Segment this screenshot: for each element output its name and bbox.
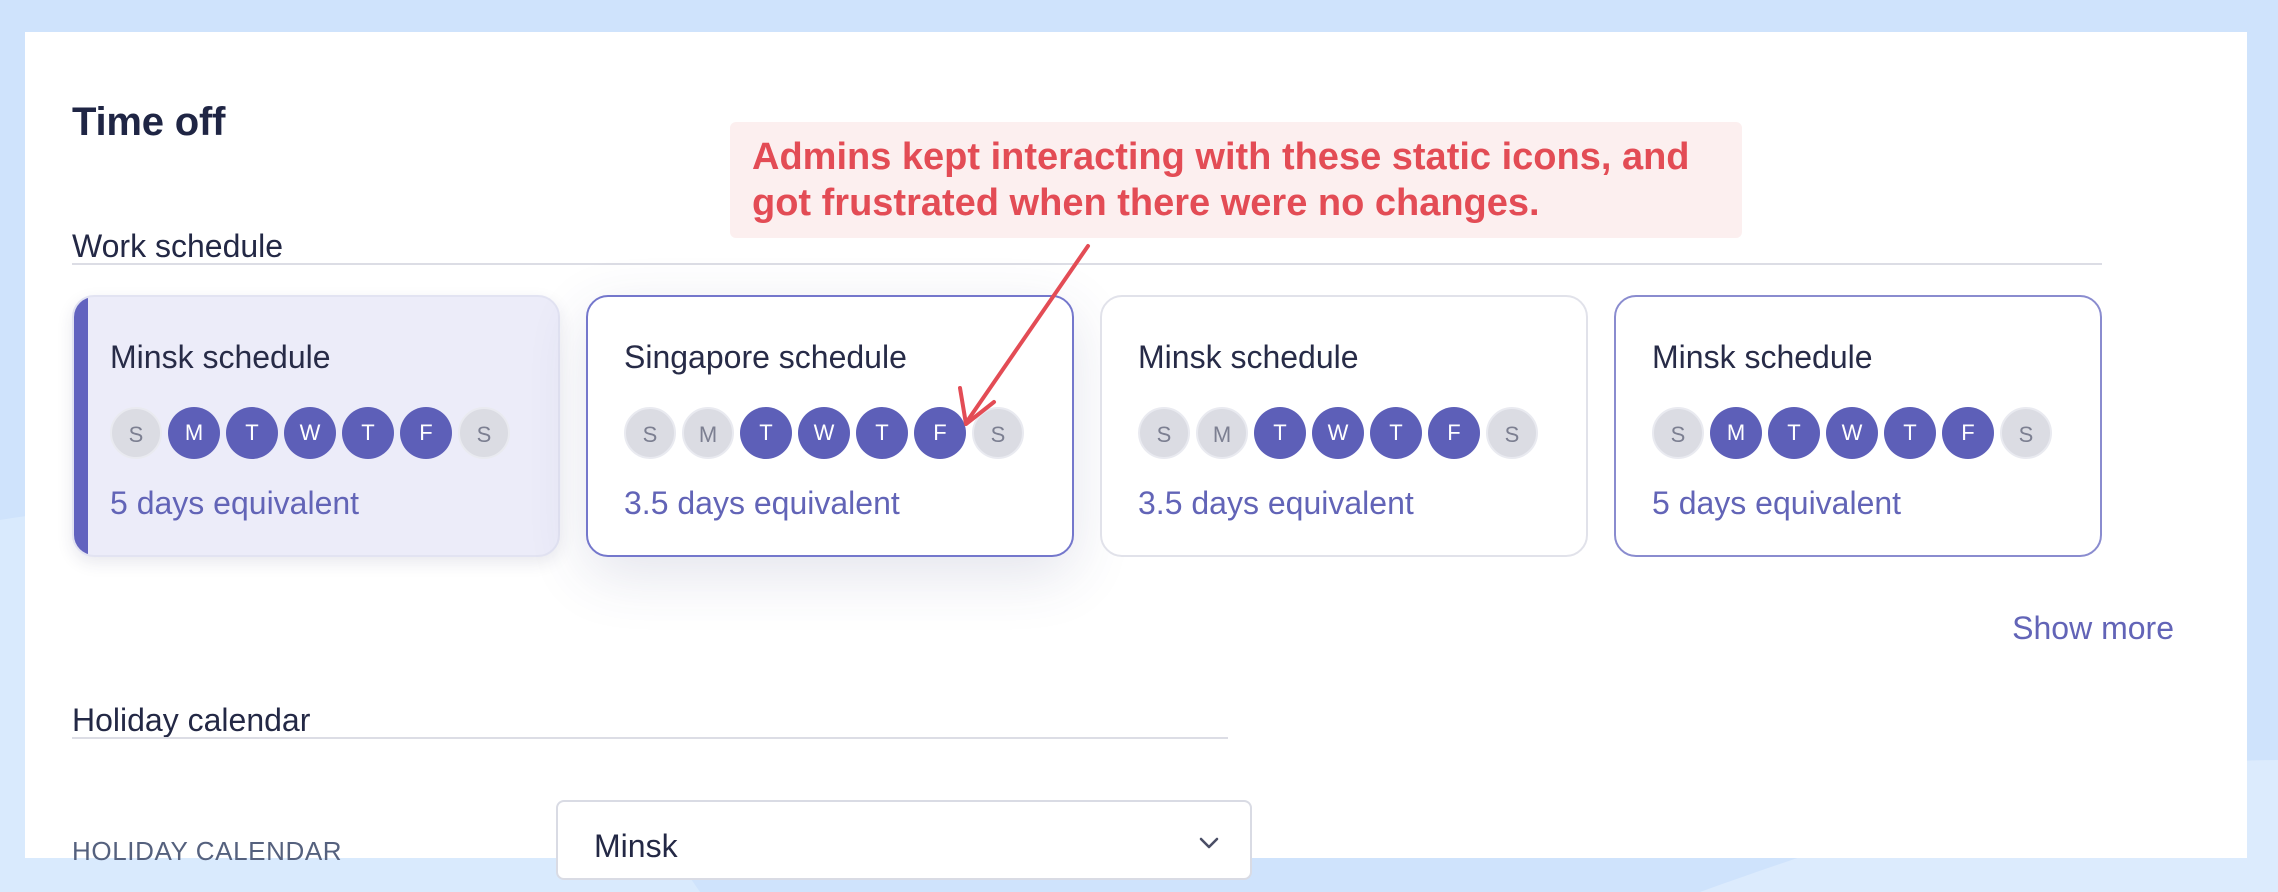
weekday-indicator: F: [1942, 407, 1994, 459]
weekday-indicator: T: [740, 407, 792, 459]
holiday-calendar-selected-value: Minsk: [594, 828, 678, 864]
weekday-indicator: F: [914, 407, 966, 459]
annotation-text: Admins kept interacting with these stati…: [752, 136, 1690, 224]
weekday-indicator: T: [856, 407, 908, 459]
weekday-indicator: S: [624, 407, 676, 459]
holiday-calendar-field-label: HOLIDAY CALENDAR: [72, 836, 343, 866]
weekday-indicator: T: [342, 407, 394, 459]
weekday-indicator: T: [1370, 407, 1422, 459]
holiday-calendar-divider: [72, 737, 1228, 739]
weekday-indicator: S: [1486, 407, 1538, 459]
work-schedule-divider: [72, 263, 2102, 265]
selected-accent-bar: [74, 297, 88, 555]
weekday-indicator: F: [1428, 407, 1480, 459]
weekday-indicator: M: [1196, 407, 1248, 459]
schedule-card-title: Minsk schedule: [1138, 339, 1359, 375]
weekday-indicator: T: [226, 407, 278, 459]
weekday-indicator: W: [284, 407, 336, 459]
page-title: Time off: [72, 100, 226, 144]
work-schedule-heading: Work schedule: [72, 228, 284, 264]
weekday-indicator: M: [168, 407, 220, 459]
weekday-indicator: T: [1254, 407, 1306, 459]
weekday-indicator: T: [1768, 407, 1820, 459]
weekday-indicator: S: [972, 407, 1024, 459]
weekday-indicator: W: [1826, 407, 1878, 459]
days-equivalent-label: 3.5 days equivalent: [624, 485, 900, 521]
days-equivalent-label: 5 days equivalent: [110, 485, 360, 521]
weekday-indicator: W: [798, 407, 850, 459]
schedule-card[interactable]: Minsk schedule S M T W T F S 5 days equi…: [1614, 295, 2102, 557]
weekday-indicator: M: [682, 407, 734, 459]
schedule-card[interactable]: Minsk schedule S M T W T F S 5 days equi…: [72, 295, 560, 557]
weekday-indicator: T: [1884, 407, 1936, 459]
schedule-card-title: Minsk schedule: [110, 339, 331, 375]
weekday-indicator: S: [2000, 407, 2052, 459]
schedule-card[interactable]: Singapore schedule S M T W T F S 3.5 day…: [586, 295, 1074, 557]
days-equivalent-label: 3.5 days equivalent: [1138, 485, 1414, 521]
weekday-indicator: M: [1710, 407, 1762, 459]
weekday-indicator: S: [1138, 407, 1190, 459]
weekday-indicator: S: [110, 407, 162, 459]
annotation-callout: Admins kept interacting with these stati…: [730, 122, 1742, 238]
weekday-indicator: W: [1312, 407, 1364, 459]
weekday-indicator: S: [458, 407, 510, 459]
weekday-indicator: S: [1652, 407, 1704, 459]
chevron-down-icon: [1199, 837, 1219, 849]
schedule-cards: Minsk schedule S M T W T F S 5 days equi…: [72, 295, 2104, 557]
schedule-card[interactable]: Minsk schedule S M T W T F S 3.5 days eq…: [1100, 295, 1588, 557]
days-equivalent-label: 5 days equivalent: [1652, 485, 1902, 521]
holiday-calendar-heading: Holiday calendar: [72, 702, 311, 738]
show-more-link[interactable]: Show more: [2012, 610, 2174, 647]
weekday-indicator: F: [400, 407, 452, 459]
schedule-card-title: Minsk schedule: [1652, 339, 1873, 375]
schedule-card-title: Singapore schedule: [624, 339, 907, 375]
holiday-calendar-select[interactable]: Minsk: [556, 800, 1252, 880]
